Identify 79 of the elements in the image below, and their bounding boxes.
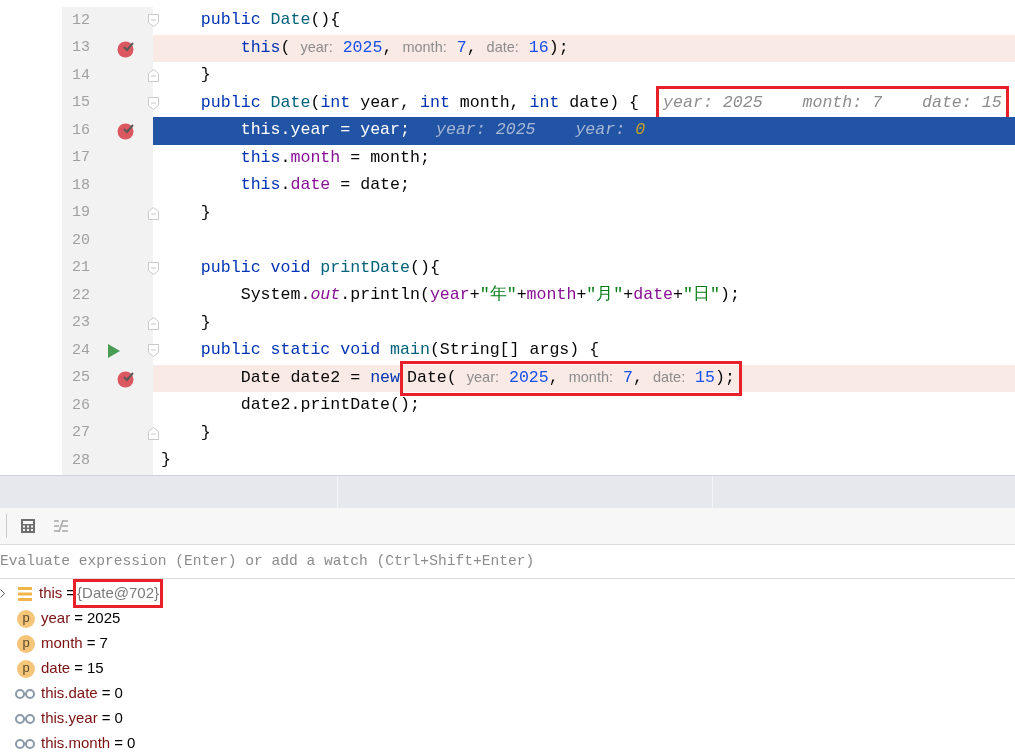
boxed-code: Date( year: 2025, month: 7, date: 15);: [400, 360, 742, 396]
variable-row[interactable]: this.date = 0: [0, 681, 1015, 706]
code-text: public Date(){: [200, 9, 341, 32]
line-number: 26: [72, 395, 90, 416]
variable-value: 0: [114, 708, 123, 729]
line-number: 18: [72, 175, 90, 196]
equals-sign: =: [74, 658, 83, 679]
variable-row[interactable]: p date = 15: [0, 656, 1015, 681]
code-text: public static void main(String[] args) {: [200, 339, 600, 362]
line-number: 16: [72, 120, 90, 141]
code-text: Date date2 = new: [240, 366, 400, 389]
code-text: date2.printDate();: [240, 394, 420, 417]
code-text: public void printDate(){: [200, 256, 440, 279]
evaluate-field[interactable]: Evaluate expression (Enter) or add a watch (Ctrl+Shift+Enter): [0, 550, 560, 573]
variable-name: year: [41, 608, 71, 629]
breakpoint-icon[interactable]: [117, 39, 135, 58]
line-number: 28: [72, 450, 90, 471]
code-text: public Date(int year, int month, int date) {: [200, 91, 640, 114]
line-number: 13: [72, 38, 90, 58]
line-number: 17: [72, 148, 90, 168]
parameter-icon: p: [17, 609, 35, 628]
variable-value: 0: [114, 683, 123, 704]
code-text: System.out.println(year+"年"+month+"月"+date+"日");: [240, 284, 740, 307]
variable-name: date: [41, 658, 71, 679]
line-number: 12: [72, 10, 90, 31]
line-number: 21: [72, 258, 90, 278]
line-number: 22: [72, 285, 90, 306]
line-number: 19: [72, 203, 90, 223]
line-number: 25: [72, 368, 90, 388]
equals-sign: =: [114, 733, 123, 754]
variable-name: this.year: [41, 708, 98, 729]
fold-icon[interactable]: [148, 14, 159, 27]
equals-sign: =: [101, 708, 111, 729]
calculator-icon[interactable]: [20, 518, 36, 534]
parameter-icon: p: [17, 634, 35, 653]
code-text: }: [200, 311, 211, 334]
parameter-icon: p: [17, 659, 35, 678]
variable-row[interactable]: this.year = 0: [0, 706, 1015, 731]
fold-icon[interactable]: [148, 96, 159, 110]
fold-icon[interactable]: [148, 206, 159, 220]
variable-value: 2025: [86, 608, 121, 629]
fold-icon[interactable]: [148, 316, 159, 330]
code-text: this.date = date;: [240, 174, 410, 197]
line-number: 27: [72, 423, 90, 443]
fold-icon[interactable]: [148, 69, 159, 82]
fold-icon[interactable]: [148, 261, 159, 275]
variable-name: month: [41, 633, 83, 654]
filter-list-icon[interactable]: [53, 518, 69, 534]
code-text: }: [200, 421, 211, 444]
code-text: this.year = year;: [240, 119, 410, 142]
variable-value: 7: [99, 633, 108, 654]
run-icon[interactable]: [108, 344, 120, 358]
breakpoint-icon[interactable]: [117, 369, 135, 388]
line-number: 23: [72, 313, 90, 333]
variable-row[interactable]: p month = 7: [0, 631, 1015, 656]
variable-name: this: [39, 583, 63, 604]
line-number: 14: [72, 65, 90, 86]
inline-debug-values: year: 2025 year: 0: [436, 119, 646, 142]
code-text: this( year: 2025, month: 7, date: 16);: [240, 36, 569, 59]
code-text: this.month = month;: [240, 146, 430, 169]
breakpoint-icon[interactable]: [117, 122, 135, 140]
variable-row[interactable]: p year = 2025: [0, 606, 1015, 631]
variable-value: 0: [126, 733, 136, 754]
variable-name: this.month: [41, 733, 111, 754]
fold-icon[interactable]: [148, 344, 159, 357]
variable-row[interactable]: this.month = 0: [0, 731, 1015, 755]
code-text: }: [161, 449, 171, 472]
equals-sign: =: [74, 608, 83, 629]
line-number: 15: [72, 93, 90, 113]
code-text: }: [200, 64, 211, 87]
equals-sign: =: [101, 683, 111, 704]
variable-value: {Date@702}: [73, 579, 164, 608]
line-number: 20: [72, 230, 90, 251]
variable-name: this.date: [41, 683, 98, 704]
fold-icon[interactable]: [148, 426, 159, 440]
line-number: 24: [72, 340, 90, 361]
equals-sign: =: [86, 633, 96, 654]
variable-value: 15: [86, 658, 104, 679]
code-text: }: [200, 201, 211, 224]
